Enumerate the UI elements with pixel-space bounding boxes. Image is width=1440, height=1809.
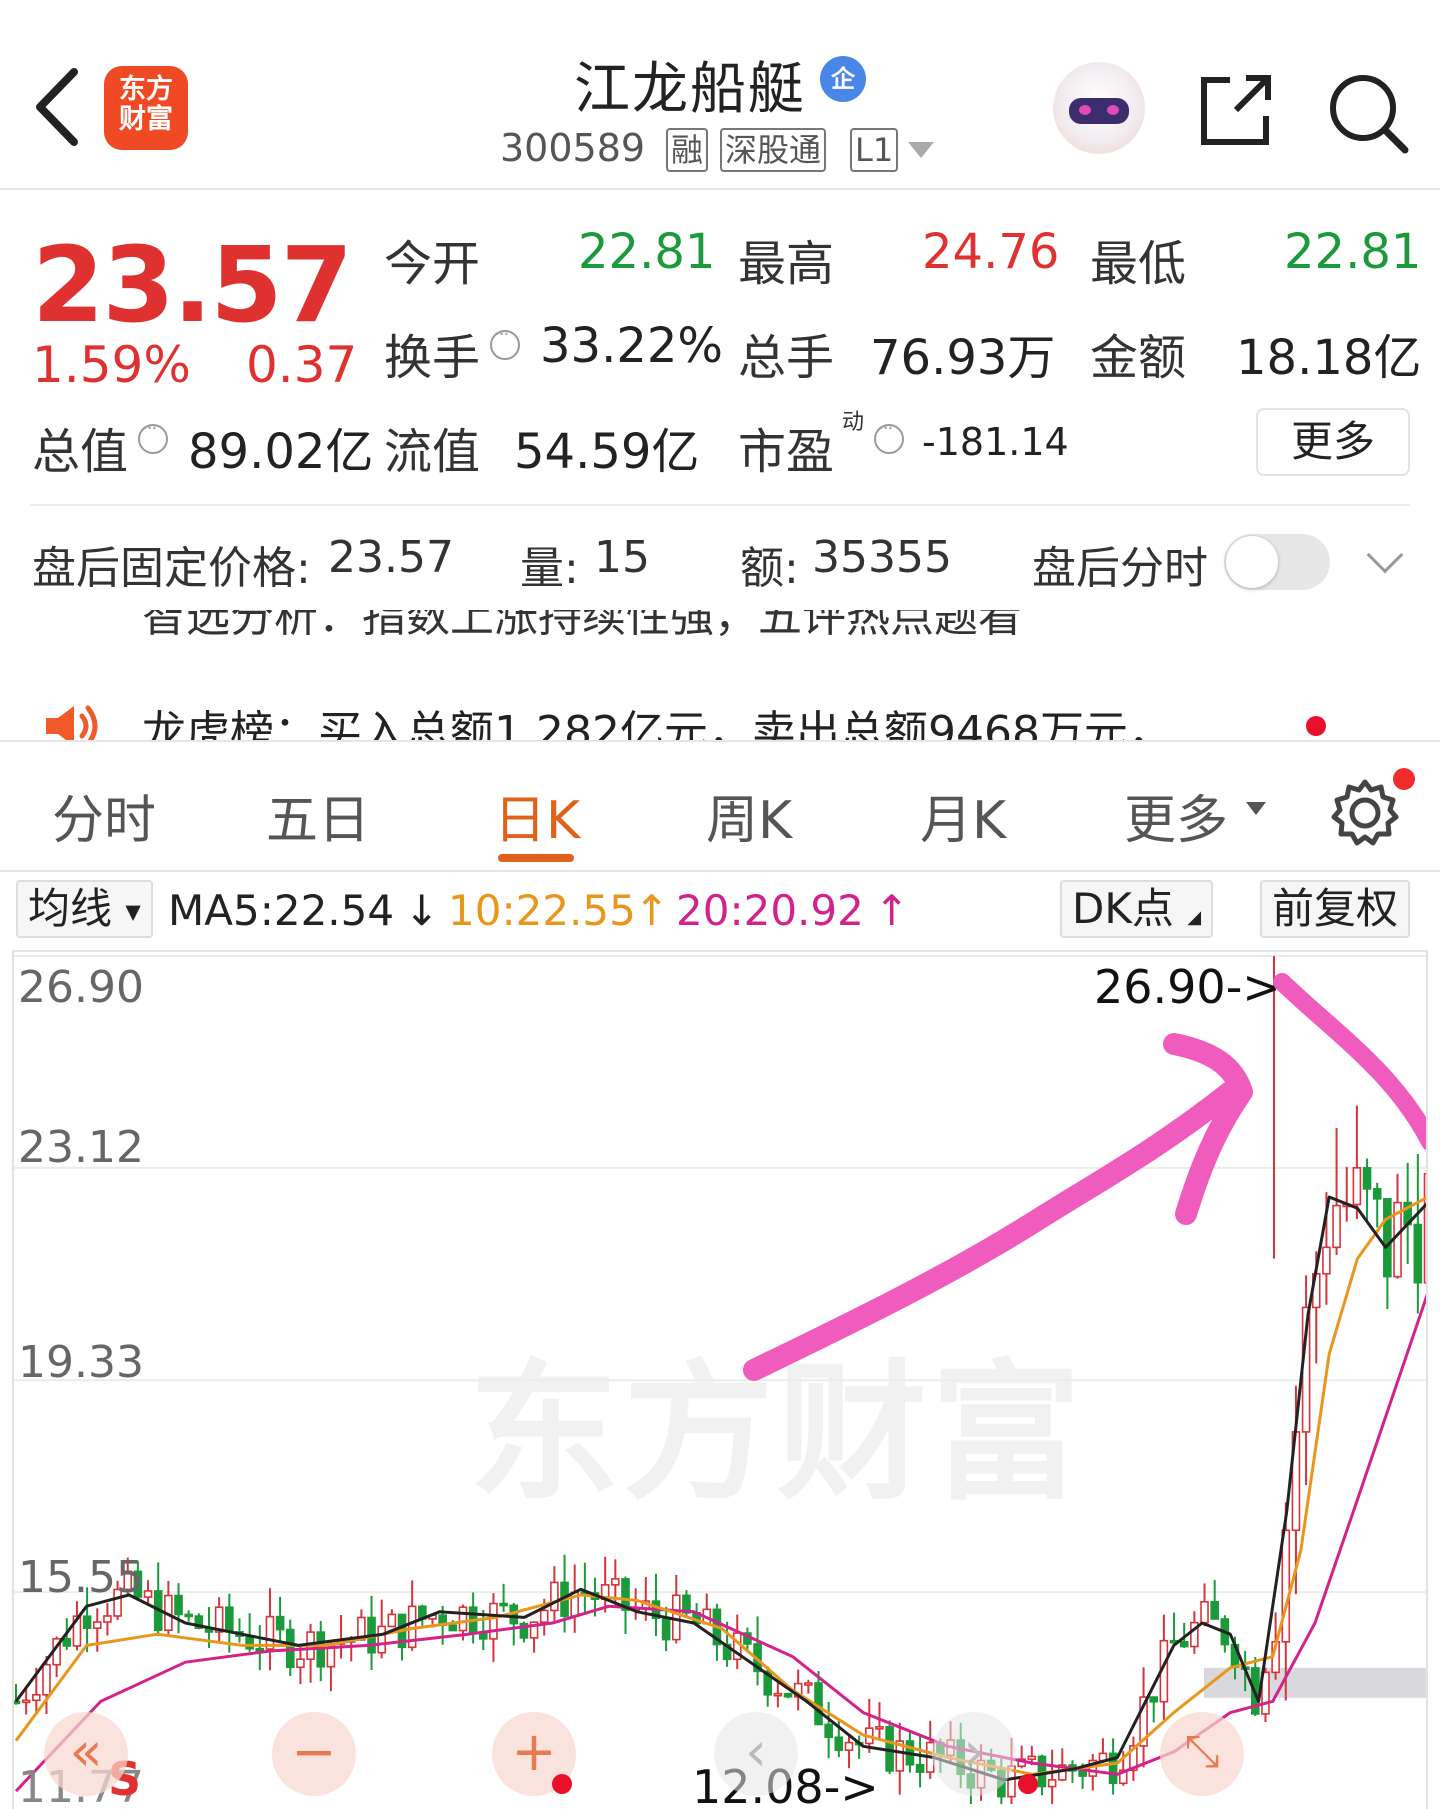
- chart-nav-icon: ‹: [745, 1720, 767, 1783]
- pe-label: 市盈: [738, 424, 835, 480]
- last-price: 23.57: [32, 224, 353, 346]
- tab-weekly-k[interactable]: 周K: [706, 778, 792, 853]
- close-icon[interactable]: [1362, 646, 1408, 692]
- high-value: 24.76: [922, 224, 1060, 280]
- collapse-left-icon: «: [69, 1720, 103, 1783]
- indicator-bar: 均线 ▼ MA5:22.54 ↓ 10:22.55 ↑ 20:20.92 ↑ D…: [0, 872, 1440, 942]
- more-dropdown-icon[interactable]: [1246, 802, 1266, 815]
- volume-value: 76.93万: [870, 330, 1056, 386]
- after-hours-volume-label: 量:: [520, 543, 579, 594]
- top-nav-bar: 东方 财富 江龙船艇 企 300589 融 深股通 L1: [0, 0, 1440, 190]
- stock-switch-dropdown-icon[interactable]: [908, 142, 934, 158]
- low-value: 22.81: [1284, 224, 1422, 280]
- tab-monthly-k[interactable]: 月K: [920, 778, 1006, 853]
- news-previous-line: 智选分析：指数上涨持续性强，五评热点题看: [142, 610, 1022, 642]
- ma-selector-button[interactable]: 均线 ▼: [16, 880, 153, 938]
- logo-text-2: 财富: [119, 104, 173, 135]
- fullscreen-icon: ⤡: [1184, 1726, 1220, 1777]
- active-tab-indicator: [498, 854, 574, 862]
- turnover-info-icon[interactable]: [490, 324, 520, 360]
- after-hours-amount-label: 额:: [740, 543, 799, 594]
- adjust-price-button[interactable]: 前复权: [1260, 880, 1411, 938]
- turnover-label: 换手: [384, 330, 481, 386]
- ma-selector-label: 均线: [28, 884, 113, 933]
- after-hours-price-label: 盘后固定价格:: [32, 543, 311, 594]
- after-hours-amount: 35355: [812, 532, 952, 583]
- float-label: 流值: [384, 424, 481, 480]
- ma5-value: MA5:22.54: [168, 886, 395, 935]
- high-label: 最高: [738, 236, 835, 292]
- after-hours-price: 23.57: [328, 532, 454, 583]
- mktcap-info-icon[interactable]: [138, 418, 168, 454]
- stock-detail-page: 东方 财富 江龙船艇 企 300589 融 深股通 L1 23.57 1.59%…: [0, 0, 1440, 1809]
- news-ticker: 智选分析：指数上涨持续性强，五评热点题看 龙虎榜：买入总额1.282亿元，卖出总…: [0, 610, 1440, 742]
- zoom-out-icon: −: [291, 1720, 337, 1783]
- unread-dot: [1306, 716, 1326, 736]
- tab-intraday[interactable]: 分时: [52, 778, 156, 853]
- share-icon[interactable]: [1196, 70, 1276, 150]
- after-hours-timeshare-label: 盘后分时: [1032, 543, 1208, 594]
- pe-info-icon[interactable]: [874, 418, 904, 454]
- tag-level: L1: [850, 128, 899, 172]
- pe-dynamic-sup: 动: [842, 410, 865, 435]
- ma10-value: 10:22.55: [448, 886, 636, 935]
- mktcap-label: 总值: [32, 424, 129, 480]
- settings-gear-icon[interactable]: [1330, 778, 1400, 848]
- divider: [30, 504, 1410, 506]
- chart-nav-button-2[interactable]: ›: [932, 1712, 1016, 1796]
- float-value: 54.59亿: [514, 424, 700, 480]
- turnover-value: 33.22%: [540, 318, 724, 374]
- fullscreen-button[interactable]: ⤡: [1160, 1712, 1244, 1796]
- tab-five-day[interactable]: 五日: [266, 778, 370, 853]
- expand-chevron-icon[interactable]: [1366, 536, 1404, 574]
- chart-period-tabs: 分时 五日 日K 周K 月K 更多: [0, 742, 1440, 872]
- tab-daily-k[interactable]: 日K: [494, 778, 580, 853]
- speaker-icon: [46, 705, 98, 740]
- quote-panel: 23.57 1.59% 0.37 今开 22.81 最高 24.76 最低 22…: [0, 190, 1440, 610]
- amount-value: 18.18亿: [1236, 330, 1422, 386]
- more-quote-button[interactable]: 更多: [1256, 408, 1410, 476]
- news-text[interactable]: 龙虎榜：买入总额1.282亿元，卖出总额9468万元，...: [142, 696, 1214, 740]
- ma20-arrow: ↑: [874, 886, 910, 935]
- hand-drawn-arrow-annotation: [743, 973, 1426, 1381]
- app-logo[interactable]: 东方 财富: [104, 66, 188, 150]
- search-icon[interactable]: [1325, 70, 1409, 154]
- settings-notification-dot: [1393, 768, 1415, 790]
- logo-text-1: 东方: [119, 74, 173, 105]
- stock-name[interactable]: 江龙船艇: [574, 44, 806, 125]
- after-hours-toggle[interactable]: [1224, 534, 1330, 590]
- chart-nav-button[interactable]: ‹: [714, 1712, 798, 1796]
- tag-connect: 深股通: [720, 128, 827, 172]
- change-amount: 0.37: [246, 336, 358, 394]
- amount-label: 金额: [1090, 330, 1187, 386]
- robot-assistant-icon[interactable]: [1053, 62, 1145, 154]
- ma10-arrow: ↑: [634, 886, 670, 935]
- enterprise-badge-icon: 企: [820, 56, 866, 102]
- tab-more[interactable]: 更多: [1124, 778, 1228, 853]
- tag-margin: 融: [666, 128, 709, 172]
- ma20-value: 20:20.92: [676, 886, 864, 935]
- mktcap-value: 89.02亿: [188, 424, 374, 480]
- back-arrow-icon[interactable]: [30, 62, 90, 152]
- stock-code: 300589: [500, 126, 646, 170]
- k-line-chart[interactable]: 东方财富 26.90 23.12 19.33 15.55 11.77 26.90…: [12, 950, 1428, 1809]
- collapse-left-button[interactable]: «: [44, 1712, 128, 1796]
- after-hours-volume: 15: [594, 532, 650, 583]
- zoom-in-dot: [552, 1774, 572, 1794]
- dk-point-button[interactable]: DK点 ◢: [1060, 880, 1214, 938]
- open-label: 今开: [384, 236, 481, 292]
- dk-point-label: DK点: [1072, 884, 1174, 933]
- change-percent: 1.59%: [32, 336, 191, 394]
- ma5-arrow: ↓: [404, 886, 440, 935]
- low-label: 最低: [1090, 236, 1187, 292]
- pe-value: -181.14: [922, 420, 1069, 464]
- volume-label: 总手: [738, 330, 835, 386]
- zoom-out-button[interactable]: −: [272, 1712, 356, 1796]
- open-value: 22.81: [578, 224, 716, 280]
- nav-dot: [1018, 1774, 1038, 1794]
- chart-nav-right-icon: ›: [963, 1720, 985, 1783]
